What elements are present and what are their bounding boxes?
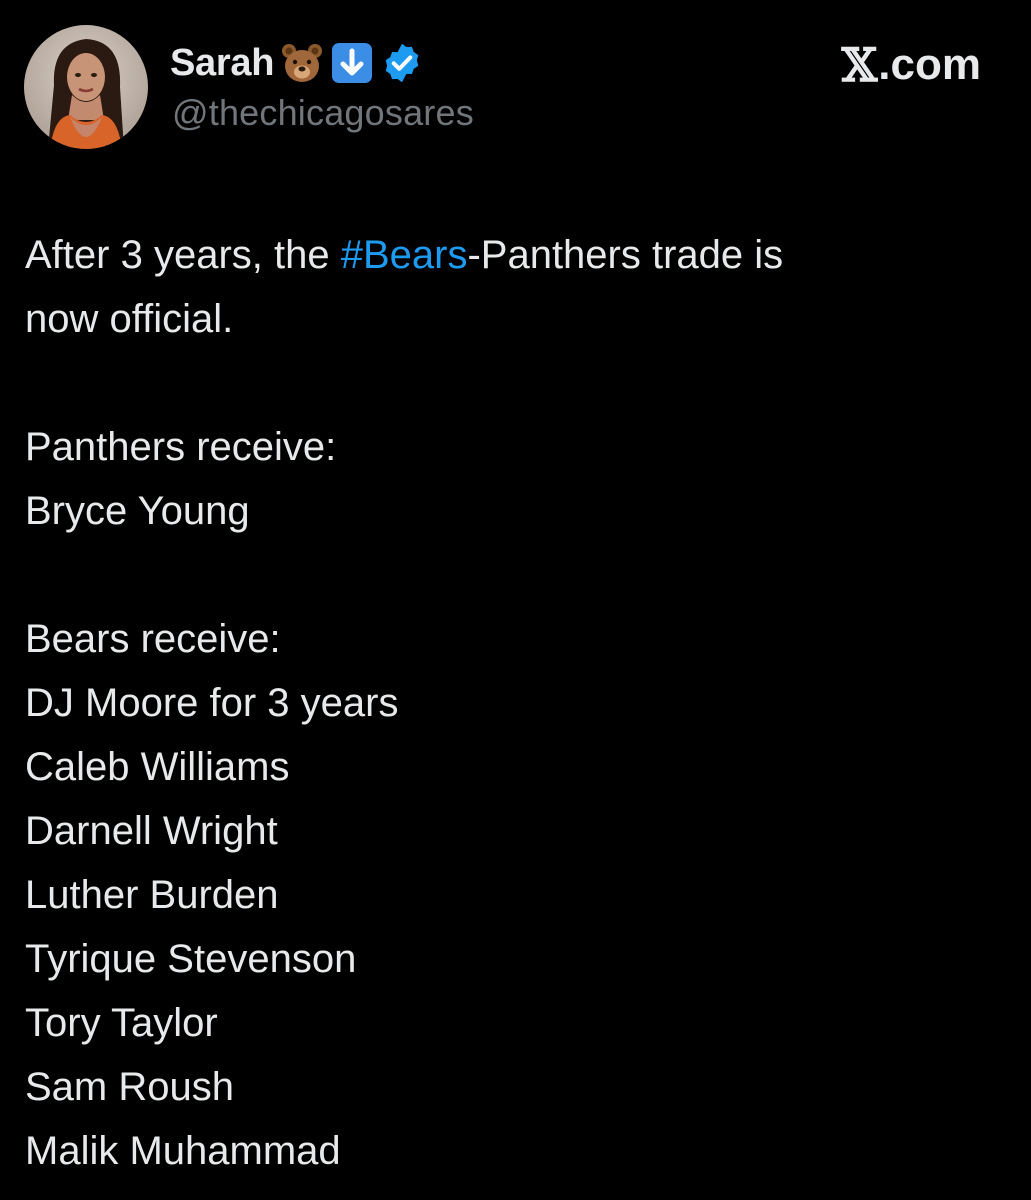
down-arrow-icon: [330, 41, 374, 85]
x-logo-icon: 𝕏: [841, 38, 878, 92]
bear-emoji-icon: [280, 41, 324, 85]
panthers-player: Bryce Young: [25, 489, 250, 533]
tweet-line: now official.: [25, 297, 234, 341]
tweet-line: After 3 years, the #Bears-Panthers trade…: [25, 223, 985, 287]
bears-heading: Bears receive:: [25, 617, 281, 661]
site-domain: .com: [878, 40, 981, 89]
verified-badge-icon[interactable]: [380, 41, 424, 85]
panthers-heading: Panthers receive:: [25, 425, 337, 469]
display-name[interactable]: Sarah: [170, 42, 274, 85]
tweet-card: Sarah @thechicagosares 𝕏 .com After 3 ye…: [0, 0, 1031, 1200]
bears-player: Sam Roush: [25, 1065, 234, 1109]
bears-player: Darnell Wright: [25, 809, 278, 853]
bears-player: Tyrique Stevenson: [25, 937, 357, 981]
bears-player: DJ Moore for 3 years: [25, 681, 399, 725]
author-name-row[interactable]: Sarah: [170, 38, 424, 88]
text-segment: After 3 years, the: [25, 233, 341, 277]
site-label[interactable]: 𝕏 .com: [842, 38, 981, 92]
text-segment: -Panthers trade is: [467, 233, 784, 277]
avatar-image: [24, 25, 148, 149]
bears-player: Tory Taylor: [25, 1001, 218, 1045]
avatar[interactable]: [24, 25, 148, 149]
author-handle[interactable]: @thechicagosares: [172, 92, 474, 134]
bears-player: Caleb Williams: [25, 745, 290, 789]
bears-player: Luther Burden: [25, 873, 279, 917]
hashtag-link[interactable]: #Bears: [341, 233, 468, 277]
bears-player: Malik Muhammad: [25, 1129, 341, 1173]
tweet-text: After 3 years, the #Bears-Panthers trade…: [25, 223, 985, 1183]
